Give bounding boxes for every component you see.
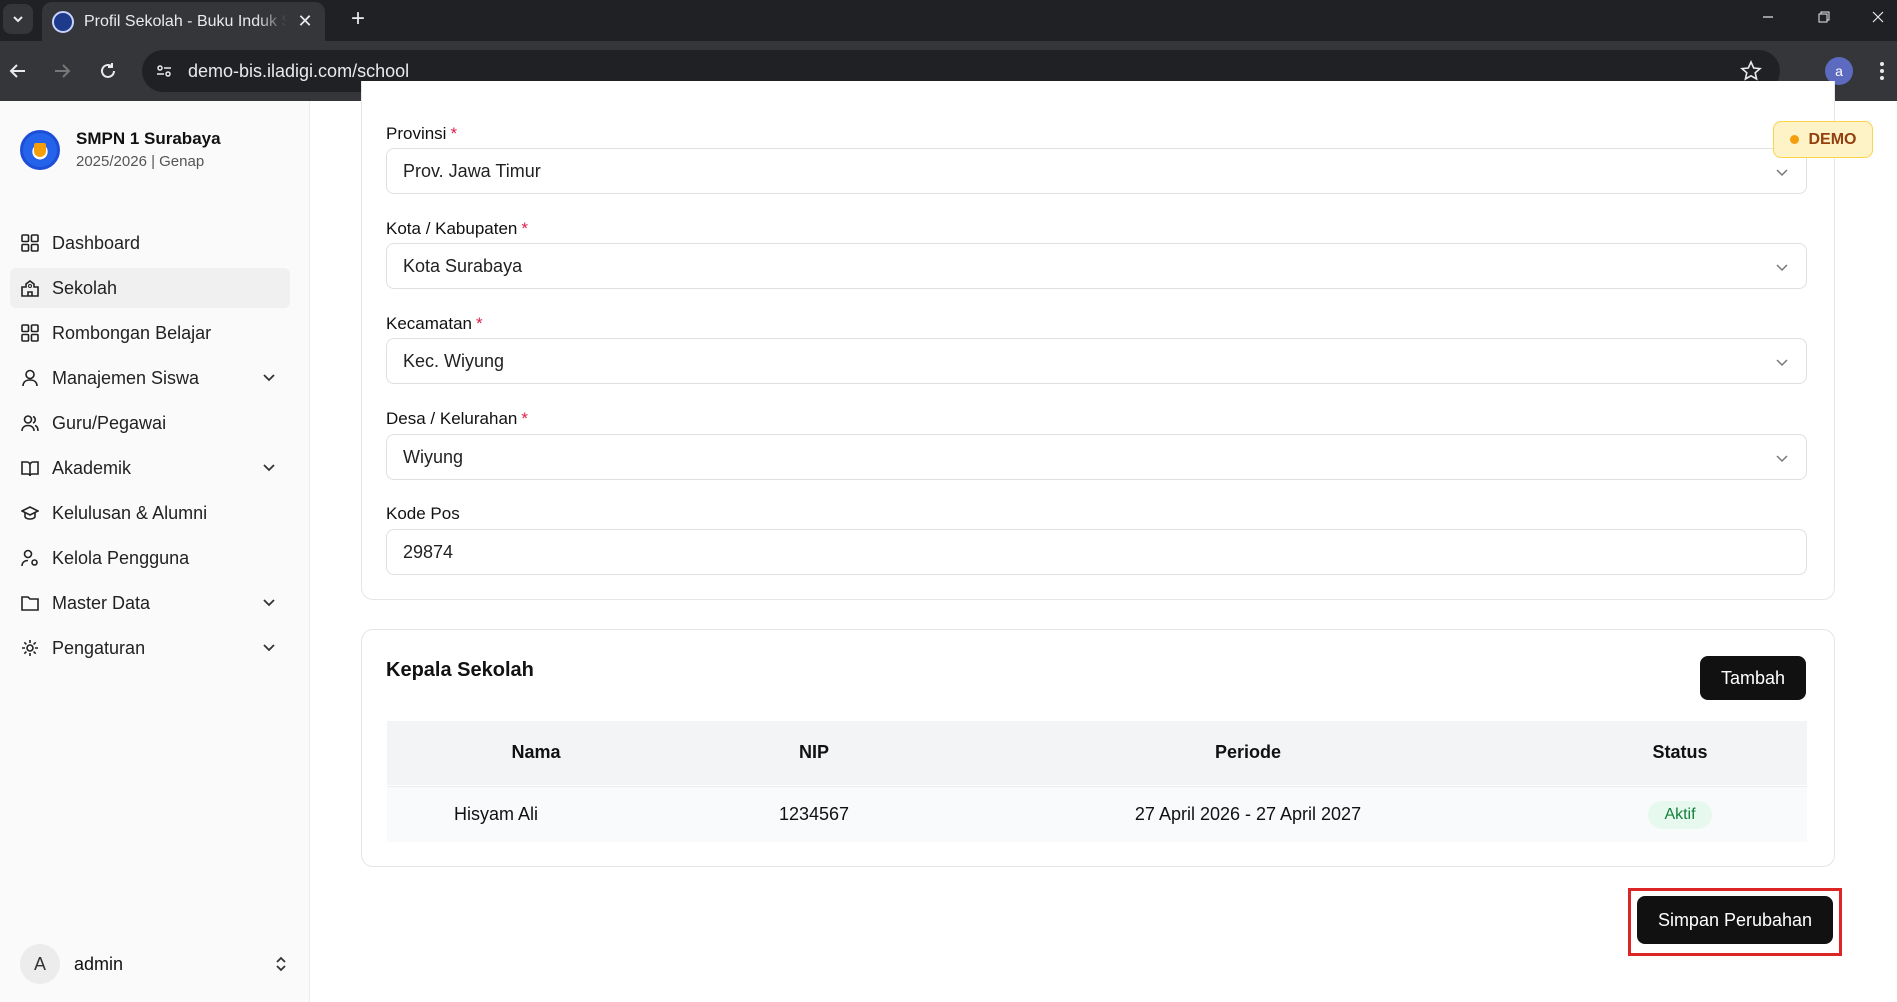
avatar: A xyxy=(20,944,60,984)
cell-nip: 1234567 xyxy=(778,803,850,824)
site-info-icon[interactable] xyxy=(146,53,182,89)
sidebar: SMPN 1 Surabaya 2025/2026 | Genap Dashbo… xyxy=(0,101,310,1002)
school-brand[interactable]: SMPN 1 Surabaya 2025/2026 | Genap xyxy=(20,129,221,170)
kota-select[interactable]: Kota Surabaya xyxy=(386,243,1807,289)
column-header-periode[interactable]: Periode xyxy=(1215,742,1281,763)
kota-value: Kota Surabaya xyxy=(403,255,523,276)
column-header-nip[interactable]: NIP xyxy=(799,742,829,763)
gear-icon xyxy=(20,638,40,658)
cell-nama: Hisyam Ali xyxy=(454,803,539,824)
required-mark: * xyxy=(521,409,528,428)
chevron-down-icon xyxy=(1776,264,1788,272)
restore-icon[interactable] xyxy=(1796,0,1852,34)
user-cog-icon xyxy=(20,548,40,568)
sidebar-item-kelola-pengguna[interactable]: Kelola Pengguna xyxy=(10,538,290,578)
sidebar-item-dashboard[interactable]: Dashboard xyxy=(10,223,290,263)
book-icon xyxy=(20,458,40,478)
school-name: SMPN 1 Surabaya xyxy=(76,129,221,148)
sidebar-item-kelulusan-alumni[interactable]: Kelulusan & Alumni xyxy=(10,493,290,533)
demo-badge: DEMO xyxy=(1773,121,1873,158)
sidebar-item-akademik[interactable]: Akademik xyxy=(10,448,290,488)
school-icon xyxy=(20,278,40,298)
kepala-sekolah-title: Kepala Sekolah xyxy=(386,659,534,681)
provinsi-select[interactable]: Prov. Jawa Timur xyxy=(386,148,1807,194)
chevron-down-icon xyxy=(1776,455,1788,463)
sidebar-item-label: Guru/Pegawai xyxy=(52,412,167,433)
sidebar-item-label: Pengaturan xyxy=(52,637,146,658)
required-mark: * xyxy=(450,124,458,143)
sidebar-item-rombongan-belajar[interactable]: Rombongan Belajar xyxy=(10,313,290,353)
sidebar-item-label: Manajemen Siswa xyxy=(52,367,200,388)
user-icon xyxy=(20,368,40,388)
kode-pos-input[interactable]: 29874 xyxy=(386,529,1807,575)
chevron-down-icon xyxy=(1776,359,1788,367)
graduation-cap-icon xyxy=(20,503,40,523)
back-icon[interactable] xyxy=(2,55,34,87)
required-mark: * xyxy=(521,219,529,238)
browser-tabbar: Profil Sekolah - Buku Induk Siswa ✕ + xyxy=(0,0,1897,41)
user-menu[interactable]: A admin xyxy=(20,943,290,985)
provinsi-value: Prov. Jawa Timur xyxy=(403,160,541,181)
column-header-status[interactable]: Status xyxy=(1652,742,1707,763)
add-kepala-sekolah-button[interactable]: Tambah xyxy=(1700,656,1806,700)
column-header-nama[interactable]: Nama xyxy=(511,742,560,763)
sidebar-item-label: Dashboard xyxy=(52,232,141,253)
url-text: demo-bis.iladigi.com/school xyxy=(188,60,410,81)
folder-icon xyxy=(20,593,40,613)
sidebar-item-label: Rombongan Belajar xyxy=(52,322,212,343)
sidebar-item-master-data[interactable]: Master Data xyxy=(10,583,290,623)
status-dot-icon xyxy=(1789,135,1799,144)
kecamatan-value: Kec. Wiyung xyxy=(403,350,505,371)
users-icon xyxy=(20,413,40,433)
sidebar-item-sekolah[interactable]: Sekolah xyxy=(10,268,290,308)
chevrons-up-down-icon xyxy=(276,956,286,972)
new-tab-button[interactable]: + xyxy=(343,4,373,34)
desa-select[interactable]: Wiyung xyxy=(386,434,1807,480)
kota-label: Kota / Kabupaten * xyxy=(386,219,529,238)
user-name: admin xyxy=(74,953,124,974)
save-button[interactable]: Simpan Perubahan xyxy=(1637,896,1833,944)
kode-pos-label: Kode Pos xyxy=(386,504,460,523)
browser-tab-active[interactable]: Profil Sekolah - Buku Induk Siswa ✕ xyxy=(42,2,325,41)
sidebar-item-label: Sekolah xyxy=(52,277,118,298)
chevron-down-icon xyxy=(263,464,275,472)
school-period: 2025/2026 | Genap xyxy=(76,153,205,170)
chevron-down-icon xyxy=(263,644,275,652)
chevron-down-icon xyxy=(1776,169,1788,177)
reload-icon[interactable] xyxy=(92,55,124,87)
desa-label: Desa / Kelurahan * xyxy=(386,409,528,428)
chevron-down-icon xyxy=(263,374,275,382)
chevron-down-icon xyxy=(263,599,275,607)
provinsi-label: Provinsi * xyxy=(386,124,458,143)
status-badge: Aktif xyxy=(1648,801,1712,829)
kode-pos-value: 29874 xyxy=(403,541,454,562)
chevron-down-icon xyxy=(13,16,23,23)
favicon-icon xyxy=(52,10,74,33)
grid-icon xyxy=(20,323,40,343)
required-mark: * xyxy=(476,314,483,333)
sidebar-item-label: Master Data xyxy=(52,592,151,613)
table-row[interactable]: Hisyam Ali 1234567 27 April 2026 - 27 Ap… xyxy=(387,786,1807,842)
forward-icon[interactable] xyxy=(46,55,78,87)
tab-title: Profil Sekolah - Buku Induk Siswa xyxy=(84,12,287,30)
sidebar-item-label: Akademik xyxy=(52,457,132,478)
more-options-icon[interactable] xyxy=(1872,57,1892,85)
sidebar-nav: Dashboard Sekolah Rombongan Belajar Mana… xyxy=(10,223,290,673)
close-icon[interactable]: ✕ xyxy=(295,11,315,32)
sidebar-item-label: Kelulusan & Alumni xyxy=(52,502,208,523)
sidebar-item-label: Kelola Pengguna xyxy=(52,547,190,568)
minimize-icon[interactable] xyxy=(1740,0,1796,34)
kecamatan-label: Kecamatan * xyxy=(386,314,483,333)
table-header: Nama NIP Periode Status xyxy=(387,721,1807,785)
school-logo xyxy=(20,129,60,170)
cell-periode: 27 April 2026 - 27 April 2027 xyxy=(1134,803,1362,824)
window-close-icon[interactable] xyxy=(1850,0,1897,34)
tab-search-button[interactable] xyxy=(3,4,33,34)
grid-icon xyxy=(20,233,40,253)
kecamatan-select[interactable]: Kec. Wiyung xyxy=(386,338,1807,384)
sidebar-item-guru-pegawai[interactable]: Guru/Pegawai xyxy=(10,403,290,443)
sidebar-item-pengaturan[interactable]: Pengaturan xyxy=(10,628,290,668)
sidebar-item-manajemen-siswa[interactable]: Manajemen Siswa xyxy=(10,358,290,398)
desa-value: Wiyung xyxy=(403,446,464,467)
